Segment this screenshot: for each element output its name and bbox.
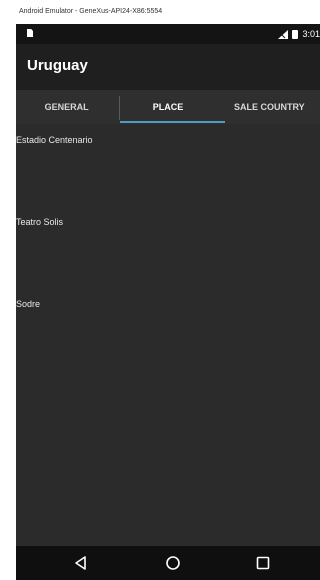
recents-icon[interactable] [253,553,273,573]
home-icon[interactable] [163,553,183,573]
tab-divider [119,96,120,120]
list-item[interactable]: Estadio Centenario [16,124,320,206]
window-title: Android Emulator - GeneXus-API24-X86:555… [0,0,320,24]
battery-icon [292,29,299,39]
list-item[interactable]: Sodre [16,288,320,370]
place-list: Estadio Centenario Teatro Solis Sodre [16,124,320,544]
place-name: Estadio Centenario [16,135,93,145]
tab-bar: GENERAL PLACE SALE COUNTRY [16,90,320,124]
tab-general[interactable]: GENERAL [16,90,117,124]
tab-selected-indicator [120,121,225,123]
back-icon[interactable] [71,553,91,573]
navigation-bar [16,546,320,580]
app-title: Uruguay [27,57,88,74]
status-bar: 3:01 [16,24,320,44]
place-name: Teatro Solis [16,217,64,227]
list-item[interactable]: Teatro Solis [16,206,320,288]
app-bar: Uruguay [16,44,320,90]
signal-icon [278,29,289,39]
android-device-screen: 3:01 Uruguay GENERAL PLACE SALE COUNTRY … [16,24,320,580]
tab-place[interactable]: PLACE [117,90,218,124]
sim-card-icon [27,29,33,37]
place-name: Sodre [16,299,41,309]
status-icons: 3:01 [278,24,320,44]
status-time: 3:01 [302,29,320,39]
emulator-window: Android Emulator - GeneXus-API24-X86:555… [0,0,320,580]
tab-sale-country[interactable]: SALE COUNTRY [219,90,320,124]
